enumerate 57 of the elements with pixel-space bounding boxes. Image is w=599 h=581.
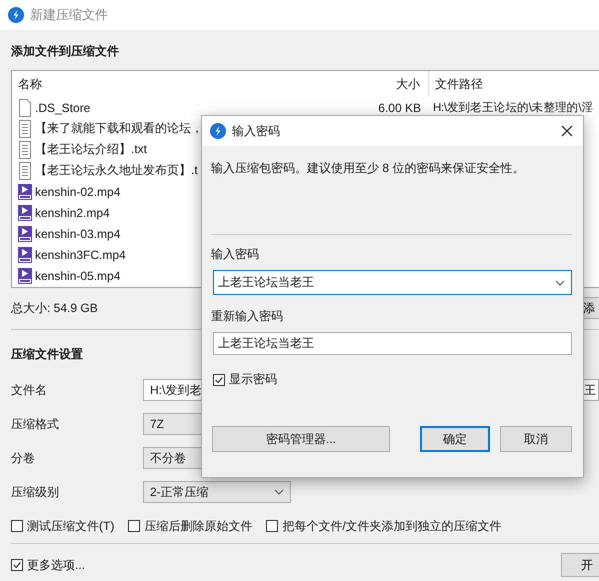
- confirm-password-field[interactable]: 上老王论坛当老王: [213, 332, 572, 355]
- checkbox-label[interactable]: 测试压缩文件(T): [27, 518, 114, 534]
- file-icon: [17, 98, 33, 116]
- field-label: 压缩格式: [11, 416, 60, 432]
- field-label: 文件名: [11, 382, 48, 398]
- column-header[interactable]: 文件路径: [429, 76, 599, 92]
- dialog-description: 输入压缩包密码。建议使用至少 8 位的密码来保证安全性。: [211, 160, 526, 177]
- checkbox-label[interactable]: 显示密码: [229, 371, 277, 388]
- dialog-button[interactable]: 取消: [500, 426, 572, 452]
- dialog-logo-icon: [210, 123, 226, 139]
- video-file-icon: [17, 204, 33, 222]
- select-field[interactable]: 2-正常压缩: [143, 481, 291, 503]
- total-size: 总大小: 54.9 GB: [11, 300, 98, 316]
- file-size: 6.00 KB: [378, 100, 421, 114]
- start-button[interactable]: 开: [561, 553, 599, 577]
- field-label: 输入密码: [211, 246, 260, 263]
- file-path: H:\发到老王论坛的\未整理的\淫: [433, 102, 593, 114]
- caret-icon: [274, 489, 284, 495]
- file-name[interactable]: .DS_Store: [35, 100, 90, 114]
- app-logo-icon: [8, 7, 24, 23]
- window-title: 新建压缩文件: [30, 6, 108, 24]
- section-heading: 压缩文件设置: [11, 346, 84, 363]
- column-header[interactable]: 名称: [12, 76, 359, 92]
- video-file-icon: [17, 246, 33, 264]
- file-name[interactable]: 【来了就能下载和观看的论坛，: [35, 120, 203, 137]
- text-file-icon: [17, 140, 33, 158]
- checkbox-label[interactable]: 更多选项...: [27, 556, 86, 574]
- checkbox[interactable]: [11, 520, 23, 532]
- checkbox-label[interactable]: 压缩后删除原始文件: [144, 518, 252, 534]
- close-icon[interactable]: [561, 125, 573, 137]
- file-name[interactable]: 【老王论坛介绍】.txt: [35, 141, 148, 158]
- checkbox-label[interactable]: 把每个文件/文件夹添加到独立的压缩文件: [282, 518, 502, 534]
- password-combo[interactable]: 上老王论坛当老王: [213, 270, 572, 295]
- dialog-button[interactable]: 密码管理器...: [212, 426, 390, 452]
- video-file-icon: [17, 182, 33, 200]
- file-name[interactable]: kenshin-03.mp4: [35, 226, 120, 240]
- video-file-icon: [17, 224, 33, 242]
- field-label: 压缩级别: [11, 484, 60, 500]
- checkbox[interactable]: [128, 520, 140, 532]
- text-file-icon: [17, 162, 33, 180]
- file-name[interactable]: kenshin-02.mp4: [35, 184, 120, 198]
- file-name[interactable]: kenshin3FC.mp4: [35, 248, 126, 262]
- dialog-title: 输入密码: [232, 122, 281, 140]
- dialog-button[interactable]: 确定: [420, 426, 490, 452]
- checkbox[interactable]: [266, 520, 278, 532]
- field-label: 重新输入密码: [211, 308, 284, 325]
- file-name[interactable]: kenshin-05.mp4: [35, 268, 120, 282]
- file-name[interactable]: kenshin2.mp4: [35, 206, 110, 220]
- caret-icon: [555, 280, 565, 286]
- video-file-icon: [17, 266, 33, 284]
- checkbox[interactable]: [11, 559, 23, 571]
- section-heading: 添加文件到压缩文件: [11, 43, 120, 60]
- text-file-icon: [17, 120, 33, 138]
- column-header[interactable]: 大小: [359, 71, 429, 97]
- file-name[interactable]: 【老王论坛永久地址发布页】.t: [35, 162, 198, 179]
- field-label: 分卷: [11, 450, 36, 466]
- checkbox[interactable]: [213, 374, 225, 386]
